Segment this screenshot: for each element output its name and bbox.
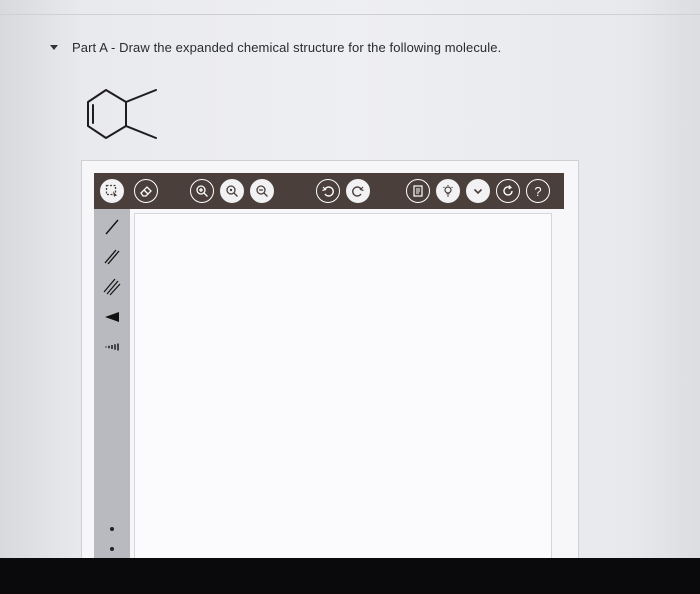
bond-tool-strip (94, 209, 130, 561)
hint-button[interactable] (436, 179, 460, 203)
eraser-icon (140, 186, 152, 197)
reset-button[interactable] (496, 179, 520, 203)
marquee-select-icon (105, 184, 117, 197)
hash-bond-tool[interactable] (100, 335, 124, 359)
zoom-out-icon (256, 185, 268, 197)
erase-tool-button[interactable] (134, 179, 158, 203)
atom-dot-tool-icon[interactable] (110, 527, 114, 531)
lightbulb-icon (443, 185, 453, 197)
triple-bond-icon (103, 278, 121, 296)
redo-icon (352, 186, 364, 197)
select-tool-button[interactable] (100, 179, 124, 203)
document-icon (413, 185, 423, 197)
drawing-canvas[interactable] (134, 213, 552, 561)
undo-button[interactable] (316, 179, 340, 203)
double-bond-tool[interactable] (100, 245, 124, 269)
chevron-down-icon (473, 188, 483, 195)
molecule-structure-image (80, 84, 164, 151)
wedge-bond-tool[interactable] (100, 305, 124, 329)
single-bond-tool[interactable] (100, 215, 124, 239)
undo-icon (322, 186, 334, 197)
reset-icon (503, 185, 513, 196)
help-button[interactable]: ? (526, 179, 550, 203)
screen-bezel (0, 558, 700, 594)
template-button[interactable] (406, 179, 430, 203)
top-divider (0, 14, 700, 15)
double-bond-icon (104, 249, 120, 265)
zoom-reset-button[interactable] (220, 179, 244, 203)
zoom-out-button[interactable] (250, 179, 274, 203)
structure-sketcher: ? (81, 160, 579, 561)
hash-bond-icon (105, 343, 119, 351)
zoom-in-icon (196, 185, 208, 197)
wedge-bond-icon (105, 312, 119, 322)
more-button[interactable] (466, 179, 490, 203)
zoom-fit-icon (226, 185, 238, 197)
triple-bond-tool[interactable] (100, 275, 124, 299)
help-button-label: ? (534, 183, 542, 199)
single-bond-icon (105, 219, 119, 235)
part-header[interactable]: Part A - Draw the expanded chemical stru… (50, 36, 501, 58)
part-title: Part A - Draw the expanded chemical stru… (72, 39, 502, 55)
sketcher-toolbar: ? (94, 173, 564, 209)
redo-button[interactable] (346, 179, 370, 203)
atom-dot-tool-icon[interactable] (110, 547, 114, 551)
collapse-caret-icon[interactable] (50, 44, 58, 50)
zoom-in-button[interactable] (190, 179, 214, 203)
